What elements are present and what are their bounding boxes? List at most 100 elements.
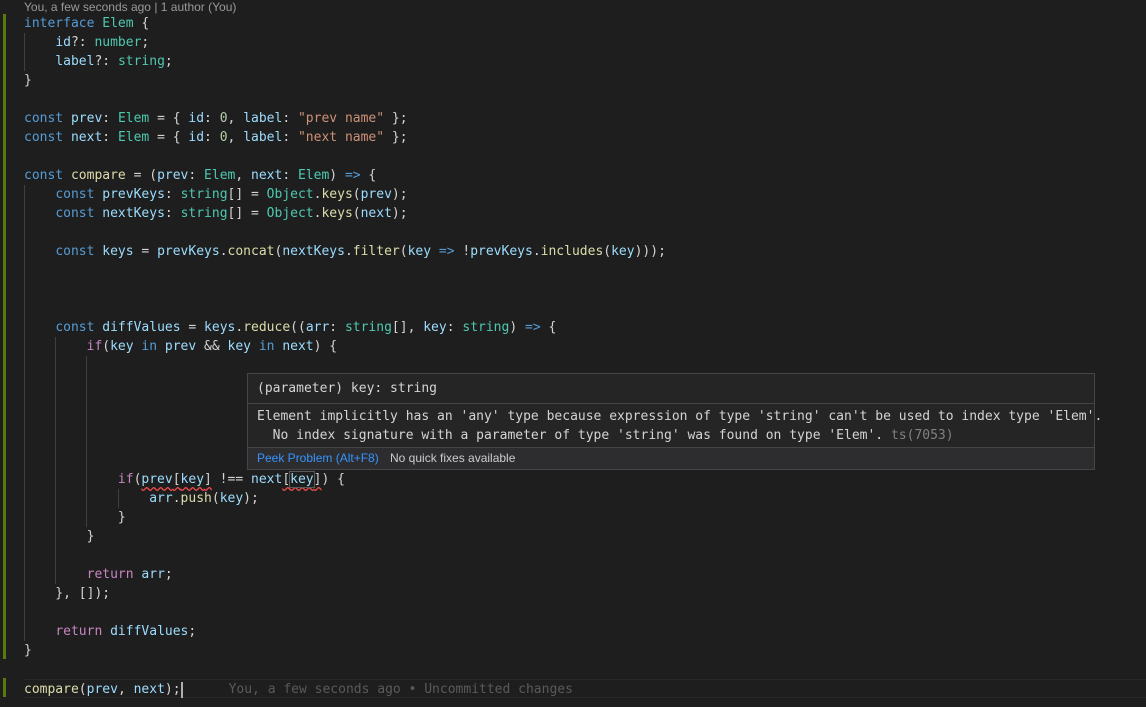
code-line[interactable] (24, 147, 1146, 166)
code-token: ); (243, 491, 259, 506)
indent-guide (24, 546, 25, 565)
code-line[interactable] (24, 660, 1146, 679)
code-token: => (438, 244, 455, 259)
code-token: : (282, 130, 298, 145)
hover-signature: (parameter) key: string (257, 381, 438, 396)
code-token: string (462, 320, 510, 335)
code-token: = (133, 244, 158, 259)
code-token: ) (329, 168, 345, 183)
code-line[interactable]: compare(prev, next); You, a few seconds a… (24, 679, 1146, 698)
peek-problem-link[interactable]: Peek Problem (Alt+F8) (257, 448, 379, 469)
code-token: nextKeys (102, 206, 165, 221)
code-token: [] = (227, 206, 267, 221)
indent-guide (24, 280, 25, 299)
code-token: label (55, 54, 95, 69)
code-token: . (235, 320, 244, 335)
indent-guide (24, 299, 25, 318)
code-token: } (24, 643, 32, 658)
code-token: ; (164, 567, 173, 582)
gutter-added-bar[interactable] (3, 678, 6, 697)
code-token: [], (391, 320, 424, 335)
code-token: number (94, 35, 142, 50)
code-token: prev (86, 682, 118, 697)
code-token: key (219, 491, 244, 506)
code-token: "next name" (297, 130, 385, 145)
indent-guide (24, 33, 25, 52)
code-token: compare (24, 682, 79, 697)
code-line[interactable]: if(key in prev && key in next) { (24, 337, 1146, 356)
code-token: label (243, 111, 283, 126)
code-token: string (117, 54, 165, 69)
code-token: compare (70, 168, 126, 183)
code-line[interactable]: const prevKeys: string[] = Object.keys(p… (24, 185, 1146, 204)
indent-guide (55, 565, 57, 584)
code-line[interactable] (24, 90, 1146, 109)
code-token: key (110, 339, 134, 354)
code-token: prevKeys (102, 187, 165, 202)
code-line[interactable]: const compare = (prev: Elem, next: Elem)… (24, 166, 1146, 185)
code-line[interactable]: }, []); (24, 584, 1146, 603)
indent-guide (86, 432, 88, 451)
code-line[interactable]: if(prev[key] !== next[key]) { (24, 470, 1146, 489)
code-line[interactable]: label?: string; (24, 52, 1146, 71)
code-line[interactable]: const next: Elem = { id: 0, label: "next… (24, 128, 1146, 147)
code-line[interactable]: const keys = prevKeys.concat(nextKeys.fi… (24, 242, 1146, 261)
code-editor[interactable]: interface Elem { id?: number; label?: st… (24, 14, 1146, 698)
code-token: diffValues (110, 624, 189, 639)
hover-divider (248, 403, 1094, 404)
no-quick-fixes-label: No quick fixes available (390, 451, 516, 465)
code-line[interactable] (24, 223, 1146, 242)
code-token: ?: (70, 35, 95, 50)
code-token: : (204, 130, 220, 145)
code-token: = { (149, 130, 189, 145)
code-line[interactable]: return arr; (24, 565, 1146, 584)
hover-tooltip: (parameter) key: string Element implicit… (247, 373, 1102, 470)
code-line[interactable]: const nextKeys: string[] = Object.keys(n… (24, 204, 1146, 223)
code-token: [ (282, 472, 291, 487)
code-line[interactable] (24, 299, 1146, 318)
code-token: keys (102, 244, 134, 259)
code-line[interactable]: } (24, 71, 1146, 90)
code-token: keys (321, 187, 353, 202)
code-line[interactable]: interface Elem { (24, 14, 1146, 33)
indent-guide (86, 394, 88, 413)
code-line[interactable] (24, 546, 1146, 565)
code-token: (( (290, 320, 306, 335)
code-token: 0 (219, 111, 228, 126)
code-token: : (102, 111, 118, 126)
indent-guide (24, 584, 25, 603)
code-line[interactable]: arr.push(key); (24, 489, 1146, 508)
indent-guide (86, 508, 88, 527)
code-token: prev (164, 339, 197, 354)
code-line[interactable] (24, 261, 1146, 280)
gutter-added-bar[interactable] (3, 14, 6, 71)
code-line[interactable]: return diffValues; (24, 622, 1146, 641)
code-line[interactable]: } (24, 641, 1146, 660)
code-line[interactable] (24, 603, 1146, 622)
error-code: ts(7053) (890, 428, 954, 443)
code-token: ) { (313, 339, 338, 354)
code-line[interactable]: } (24, 527, 1146, 546)
code-token: && (196, 339, 228, 354)
code-token: const (55, 320, 95, 335)
code-line[interactable]: const prev: Elem = { id: 0, label: "prev… (24, 109, 1146, 128)
code-token: const (24, 130, 64, 145)
code-token: ( (352, 206, 361, 221)
code-line[interactable]: const diffValues = keys.reduce((arr: str… (24, 318, 1146, 337)
git-blame-codelens[interactable]: You, a few seconds ago | 1 author (You) (24, 0, 236, 14)
code-token: ; (164, 54, 173, 69)
code-line[interactable] (24, 280, 1146, 299)
code-token: { (360, 168, 377, 183)
code-line[interactable]: } (24, 508, 1146, 527)
code-token: ; (188, 624, 197, 639)
indent-guide (86, 470, 88, 489)
code-line[interactable]: id?: number; (24, 33, 1146, 52)
gutter-added-bar[interactable] (3, 71, 6, 659)
code-token: ] (204, 472, 212, 487)
indent-guide (55, 413, 57, 432)
